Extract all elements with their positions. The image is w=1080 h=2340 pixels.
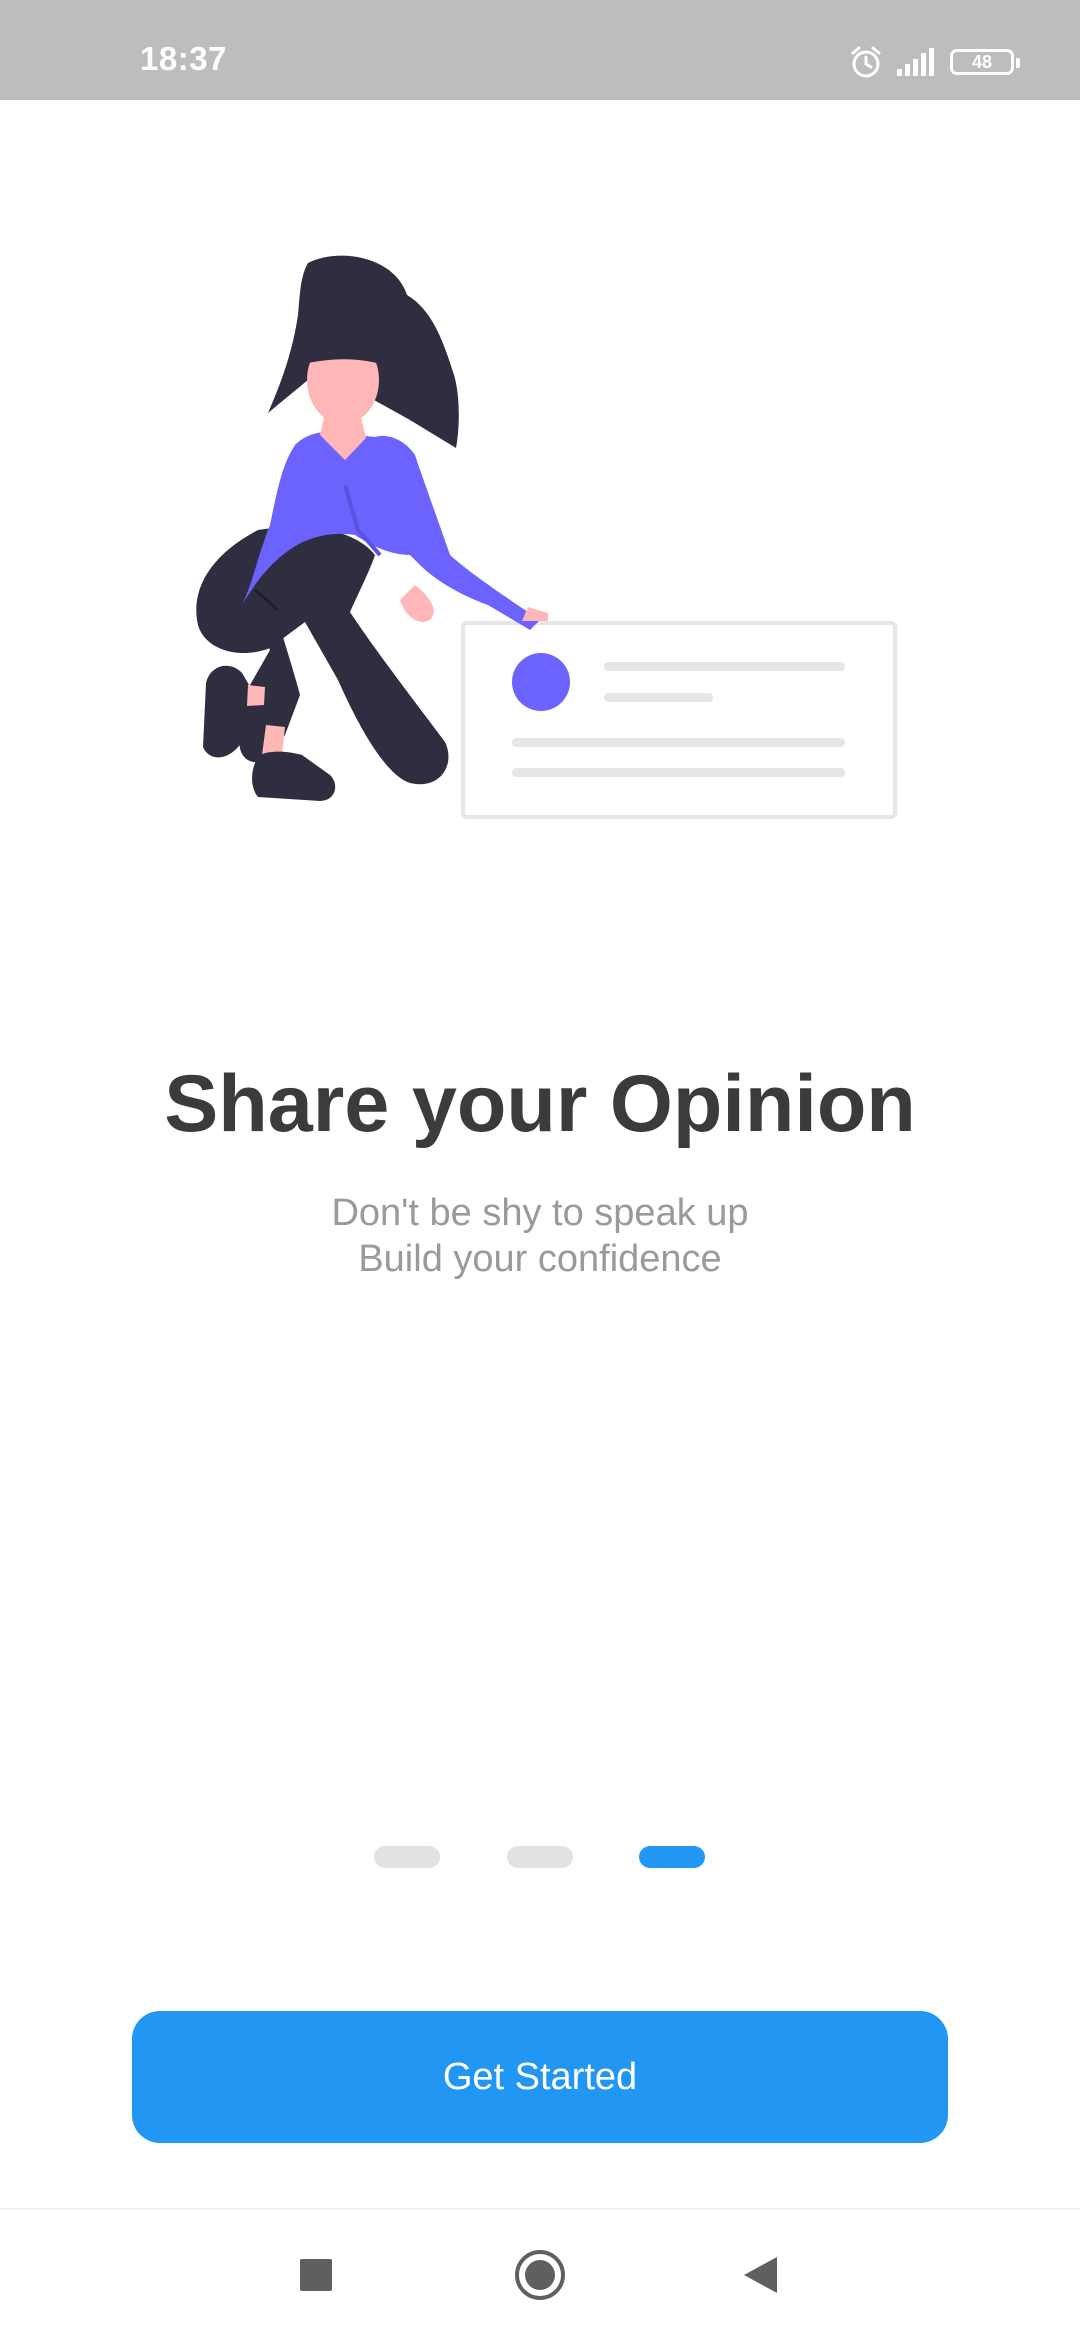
recents-button[interactable]	[256, 2210, 376, 2340]
back-triangle-icon	[744, 2257, 777, 2293]
onboarding-title: Share your Opinion	[164, 1059, 916, 1149]
status-bar: 18:37 48	[0, 0, 1080, 100]
system-nav-bar	[0, 2208, 1080, 2340]
status-time: 18:37	[140, 40, 227, 77]
get-started-button[interactable]: Get Started	[132, 2011, 948, 2143]
home-circle-icon	[515, 2250, 565, 2300]
page-dot-1[interactable]	[374, 1846, 440, 1868]
alarm-icon	[851, 46, 881, 78]
onboarding-subtitle: Don't be shy to speak up Build your conf…	[0, 1190, 1080, 1282]
onboarding-screen: 18:37 48 Share your Opinion Don't be shy…	[0, 0, 1080, 2340]
page-indicator	[0, 1846, 1080, 1870]
battery-level: 48	[971, 52, 993, 72]
subtitle-line-1: Don't be shy to speak up	[331, 1192, 749, 1234]
page-dot-2[interactable]	[507, 1846, 573, 1868]
home-button[interactable]	[480, 2210, 600, 2340]
subtitle-line-2: Build your confidence	[358, 1238, 722, 1280]
battery-icon: 48	[950, 49, 1020, 75]
status-icons: 48	[848, 40, 1020, 84]
signal-icon	[897, 48, 934, 76]
page-dot-3-active[interactable]	[639, 1846, 705, 1868]
back-button[interactable]	[700, 2210, 820, 2340]
onboarding-illustration	[196, 255, 897, 819]
recents-square-icon	[300, 2259, 332, 2291]
